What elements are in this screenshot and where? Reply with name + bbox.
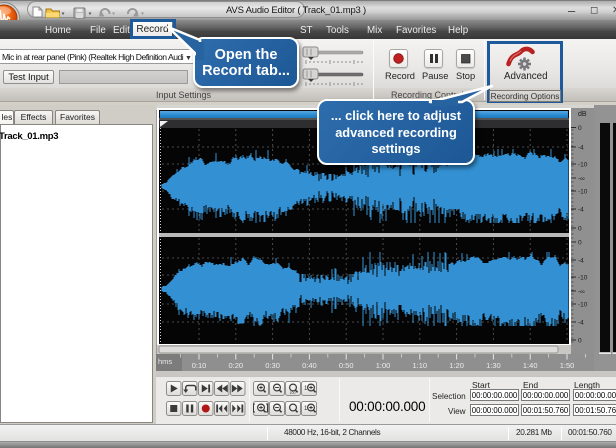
svg-text:1:10: 1:10: [412, 361, 427, 370]
svg-text:0: 0: [578, 226, 582, 233]
svg-text:-4: -4: [578, 145, 584, 152]
svg-text:0:10: 0:10: [192, 361, 207, 370]
svg-text:1:: 1:: [304, 406, 309, 412]
svg-text:-4: -4: [578, 258, 584, 265]
svg-text:1:: 1:: [304, 386, 309, 392]
svg-text:1:30: 1:30: [486, 361, 501, 370]
svg-text:1:50: 1:50: [560, 361, 575, 370]
svg-text:0: 0: [578, 125, 582, 132]
svg-text:0:20: 0:20: [228, 361, 243, 370]
svg-text:1:00: 1:00: [376, 361, 391, 370]
svg-text:dB: dB: [578, 111, 587, 118]
svg-text:-∞: -∞: [578, 176, 585, 183]
svg-text:0:50: 0:50: [339, 361, 354, 370]
svg-text:-10: -10: [578, 162, 588, 169]
svg-text:100: 100: [290, 391, 296, 395]
svg-text:1:40: 1:40: [523, 361, 538, 370]
svg-text:0: 0: [578, 240, 582, 247]
svg-text:-∞: -∞: [578, 289, 585, 296]
svg-text:0:40: 0:40: [302, 361, 317, 370]
svg-text:hms: hms: [158, 357, 172, 366]
svg-text:-10: -10: [578, 302, 588, 309]
svg-text:1:20: 1:20: [449, 361, 464, 370]
svg-text:0:30: 0:30: [265, 361, 280, 370]
svg-text:-4: -4: [578, 207, 584, 214]
svg-text:-4: -4: [578, 320, 584, 327]
svg-text:-10: -10: [578, 275, 588, 282]
svg-text:0: 0: [578, 338, 582, 345]
svg-text:-10: -10: [578, 189, 588, 196]
